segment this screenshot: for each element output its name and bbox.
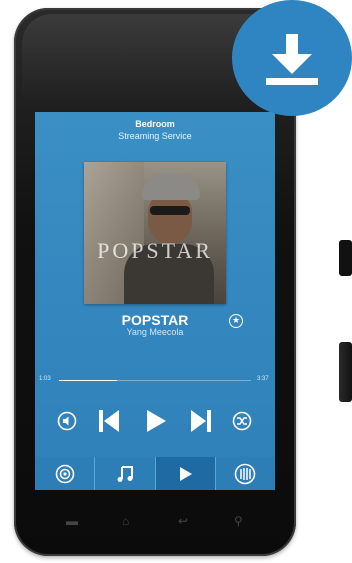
tab-rooms[interactable] [35, 457, 96, 490]
tab-now-playing[interactable] [155, 457, 216, 490]
tab-settings[interactable] [215, 457, 275, 490]
phone-screen: Bedroom Streaming Service POPSTAR POPSTA… [35, 112, 275, 490]
play-icon [180, 466, 193, 481]
menu-key-icon[interactable]: ▬ [66, 514, 78, 528]
album-art-text: POPSTAR [97, 238, 213, 263]
album-art: POPSTAR [84, 162, 226, 304]
play-icon[interactable] [144, 408, 168, 434]
artist-name: Yang Meecola [126, 327, 184, 337]
speaker-icon [55, 464, 74, 483]
music-note-icon [117, 465, 133, 482]
shuffle-icon[interactable] [232, 411, 252, 431]
home-key-icon[interactable]: ⌂ [122, 514, 129, 528]
download-icon[interactable] [232, 0, 352, 116]
playback-controls [35, 402, 275, 440]
skip-next-icon[interactable] [189, 408, 213, 434]
search-key-icon[interactable]: ⚲ [234, 514, 243, 528]
room-header[interactable]: Bedroom Streaming Service [35, 119, 275, 142]
tab-music[interactable] [95, 457, 156, 490]
phone-side-button [339, 240, 352, 276]
elapsed-time: 1:03 [39, 376, 51, 382]
room-name: Bedroom [135, 119, 175, 129]
volume-icon[interactable] [57, 411, 77, 431]
total-time: 3:37 [257, 376, 269, 382]
bottom-tab-bar [35, 457, 275, 490]
skip-previous-icon[interactable] [97, 408, 121, 434]
equalizer-icon [235, 463, 256, 484]
progress-bar[interactable] [59, 380, 251, 381]
star-icon[interactable]: ★ [229, 314, 243, 328]
back-key-icon[interactable]: ↩ [178, 514, 188, 528]
phone-side-button-2 [339, 342, 352, 402]
hardware-keys: ▬ ⌂ ↩ ⚲ [60, 514, 260, 530]
service-name: Streaming Service [118, 131, 192, 141]
progress-fill [59, 380, 117, 381]
